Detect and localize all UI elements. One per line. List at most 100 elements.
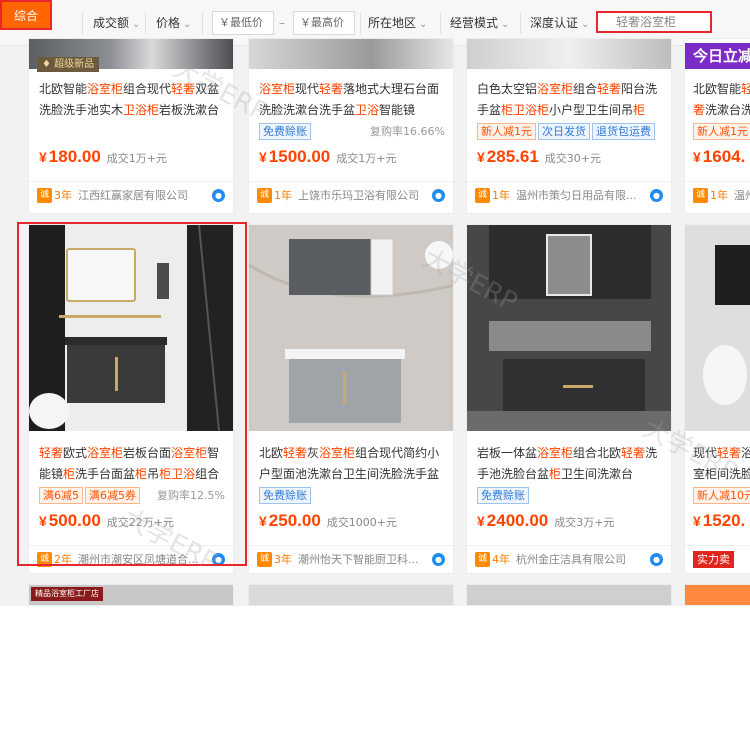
tag-badge: 满6减5券 (85, 487, 140, 504)
product-price: ¥1520. (693, 511, 745, 531)
shop-info[interactable]: 诚 2年 潮州市潮安区凤塘道合... ● (37, 551, 225, 569)
search-input[interactable]: 轻奢浴室柜 (596, 11, 712, 33)
tag-badge: 满6减5 (39, 487, 83, 504)
product-card[interactable]: 浴室柜现代轻奢落地式大理石台面洗脸洗漱台洗手盆卫浴智能镜 免费赊账 复购率16.… (248, 38, 454, 214)
product-title[interactable]: 白色太空铝浴室柜组合轻奢阳台洗手盆柜卫浴柜小户型卫生间吊柜 (477, 79, 663, 121)
chat-icon[interactable]: ● (432, 553, 445, 566)
divider (249, 181, 453, 182)
shop-name: 温州市策匀日用品有限... (516, 189, 637, 202)
strength-seller-badge: 实力卖 (693, 551, 734, 568)
chevron-down-icon: ⌄ (501, 19, 510, 30)
shop-info[interactable]: 诚 3年 江西红赢家居有限公司 ● (37, 187, 225, 205)
divider (82, 12, 83, 34)
product-card[interactable] (248, 584, 454, 606)
tag-row: 免费赊账 复购率16.66% (259, 123, 445, 141)
keyword-highlight: 浴室柜 (87, 446, 124, 460)
sort-comprehensive-button[interactable]: 综合 (0, 0, 52, 30)
chat-icon[interactable]: ● (212, 189, 225, 202)
keyword-highlight: 轻奢 (717, 446, 742, 460)
sort-volume-button[interactable]: 成交额 ⌄ (93, 10, 140, 36)
keyword-highlight: 柜卫浴柜 (501, 103, 550, 117)
product-image[interactable] (249, 39, 453, 69)
chat-icon[interactable]: ● (432, 189, 445, 202)
product-card[interactable] (684, 584, 750, 606)
keyword-highlight: 轻奢 (597, 82, 622, 96)
title-text: 灰 (307, 446, 320, 460)
min-price-input[interactable]: ￥最低价 (212, 11, 274, 35)
shop-info[interactable]: 诚 1年 上饶市乐玛卫浴有限公司 ● (257, 187, 445, 205)
price-value: 1604. (702, 147, 746, 166)
product-card[interactable]: 白色太空铝浴室柜组合轻奢阳台洗手盆柜卫浴柜小户型卫生间吊柜 新人减1元 次日发货退… (466, 38, 672, 214)
sales-volume: 成交1万+元 (106, 152, 168, 165)
shop-info[interactable]: 诚 4年 杭州金庄洁具有限公司 ● (475, 551, 663, 569)
region-filter[interactable]: 所在地区 ⌄ (368, 10, 427, 36)
sort-price-button[interactable]: 价格 ⌄ (156, 10, 191, 36)
product-card[interactable]: 岩板一体盆浴室柜组合北欧轻奢洗手池洗脸台盆柜卫生间洗漱台 免费赊账 ¥2400.… (466, 224, 672, 574)
product-card[interactable]: 北欧轻奢灰浴室柜组合现代简约小户型面池洗漱台卫生间洗脸洗手盆 免费赊账 ¥250… (248, 224, 454, 574)
keyword-highlight: 卫浴 (355, 103, 380, 117)
divider (467, 545, 671, 546)
divider (467, 181, 671, 182)
price-value: 1500.00 (268, 147, 331, 166)
shop-name: 杭州金庄洁具有限公司 (516, 553, 626, 566)
product-title[interactable]: 北欧轻奢灰浴室柜组合现代简约小户型面池洗漱台卫生间洗脸洗手盆 (259, 443, 445, 485)
price-value: 285.61 (486, 147, 539, 166)
product-card[interactable]: 轻奢欧式浴室柜岩板台面浴室柜智能镜柜洗手台面盆柜吊柜卫浴组合 满6减5 满6减5券… (28, 224, 234, 574)
shop-years: 2年 (54, 553, 72, 566)
product-card[interactable] (466, 584, 672, 606)
chat-icon[interactable]: ● (650, 189, 663, 202)
product-title[interactable]: 轻奢欧式浴室柜岩板台面浴室柜智能镜柜洗手台面盆柜吊柜卫浴组合 (39, 443, 225, 485)
keyword-highlight: 轻奢 (39, 446, 64, 460)
product-title[interactable]: 浴室柜现代轻奢落地式大理石台面洗脸洗漱台洗手盆卫浴智能镜 (259, 79, 445, 121)
keyword-highlight: 柜 (633, 103, 646, 117)
sort-volume-label: 成交额 (93, 16, 130, 30)
shop-years: 1年 (492, 189, 510, 202)
product-image[interactable] (467, 225, 671, 431)
keyword-highlight: 轻奢 (319, 82, 344, 96)
title-text: 组合 (195, 467, 220, 481)
chat-icon[interactable]: ● (212, 553, 225, 566)
shop-name: 江西红赢家居有限公司 (78, 189, 188, 202)
divider (249, 545, 453, 546)
vanity-illustration (29, 225, 233, 431)
shop-name: 潮州市潮安区凤塘道合... (78, 553, 199, 566)
max-price-input[interactable]: ￥最高价 (293, 11, 355, 35)
title-text: 北欧 (259, 446, 284, 460)
divider (29, 545, 233, 546)
title-text: 白色太空铝 (477, 82, 538, 96)
product-image[interactable] (685, 225, 750, 431)
product-image[interactable] (467, 39, 671, 69)
search-results-screenshot: 综合 成交额 ⌄ 价格 ⌄ ￥最低价 – ￥最高价 所在地区 ⌄ 经营模式 ⌄ 深度认证… (0, 0, 750, 606)
shop-info[interactable]: 诚 3年 潮州怡天下智能厨卫科... ● (257, 551, 445, 569)
repurchase-rate: 复购率16.66% (370, 125, 445, 138)
currency-symbol: ¥ (477, 149, 485, 165)
today-discount-badge: 今日立减 (685, 43, 750, 69)
product-card[interactable]: 今日立减 北欧智能轻奢洗漱台洗手 新人减1元 ¥1604. 诚1年温州 (684, 38, 750, 214)
divider (29, 181, 233, 182)
chat-icon[interactable]: ● (650, 553, 663, 566)
product-title[interactable]: 北欧智能浴室柜组合现代轻奢双盆洗脸洗手池实木卫浴柜岩板洗漱台 (39, 79, 225, 121)
product-card[interactable]: 现代轻奢浴室柜间洗脸洗手 新人减10元 ¥1520. 实力卖 (684, 224, 750, 574)
shop-info[interactable]: 诚 1年 温州市策匀日用品有限... ● (475, 187, 663, 205)
product-price: ¥1604. (693, 147, 745, 167)
certification-filter[interactable]: 深度认证 ⌄ (530, 10, 589, 36)
product-image[interactable] (29, 225, 233, 431)
keyword-highlight: 轻奢 (283, 446, 308, 460)
title-text: 智能镜 (379, 103, 416, 117)
product-image[interactable] (249, 225, 453, 431)
shop-info[interactable]: 实力卖 (693, 551, 750, 569)
title-text: 吊 (147, 467, 160, 481)
title-text: 岩板一体盆 (477, 446, 538, 460)
product-title[interactable]: 岩板一体盆浴室柜组合北欧轻奢洗手池洗脸台盆柜卫生间洗漱台 (477, 443, 663, 485)
product-card[interactable]: 精品浴室柜工厂店 (28, 584, 234, 606)
certification-label: 深度认证 (530, 16, 579, 30)
price-value: 500.00 (48, 511, 101, 530)
keyword-highlight: 浴室柜 (259, 82, 296, 96)
product-card[interactable]: ♦ 超级新品 北欧智能浴室柜组合现代轻奢双盆洗脸洗手池实木卫浴柜岩板洗漱台 ¥1… (28, 38, 234, 214)
business-mode-filter[interactable]: 经营模式 ⌄ (450, 10, 509, 36)
title-text: 小户型卫生间吊 (549, 103, 634, 117)
tag-row: 新人减10元 (693, 487, 750, 505)
vanity-illustration (249, 225, 453, 431)
currency-symbol: ¥ (39, 149, 47, 165)
shop-info[interactable]: 诚1年温州 (693, 187, 750, 205)
